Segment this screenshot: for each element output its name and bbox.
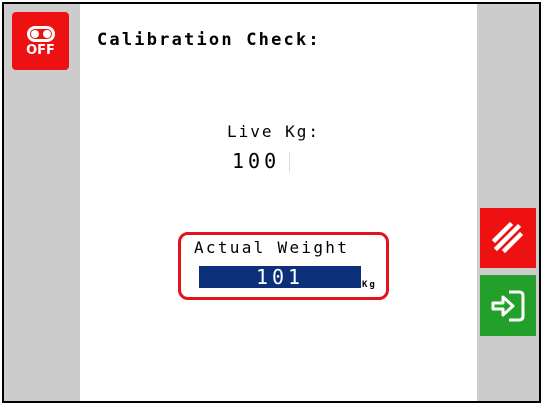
actual-weight-input[interactable]: 101 xyxy=(199,266,361,288)
live-kg-value: 100 xyxy=(232,149,281,173)
left-side-panel: OFF xyxy=(4,4,80,401)
actual-weight-label: Actual Weight xyxy=(194,238,350,257)
next-button[interactable] xyxy=(480,275,536,336)
off-toggle-icon xyxy=(26,25,55,42)
cancel-slashes-icon xyxy=(491,221,524,254)
next-arrow-icon xyxy=(491,290,525,321)
right-side-panel xyxy=(477,4,539,401)
off-button-label: OFF xyxy=(26,42,55,58)
screen-frame: OFF Calibration Check: Live Kg: 100 Actu… xyxy=(2,2,541,403)
live-kg-label: Live Kg: xyxy=(227,122,321,141)
off-button[interactable]: OFF xyxy=(12,12,69,70)
actual-weight-unit: Kg xyxy=(362,280,377,290)
page-title: Calibration Check: xyxy=(97,30,321,50)
live-value-cursor xyxy=(289,152,290,172)
cancel-button[interactable] xyxy=(480,208,536,268)
